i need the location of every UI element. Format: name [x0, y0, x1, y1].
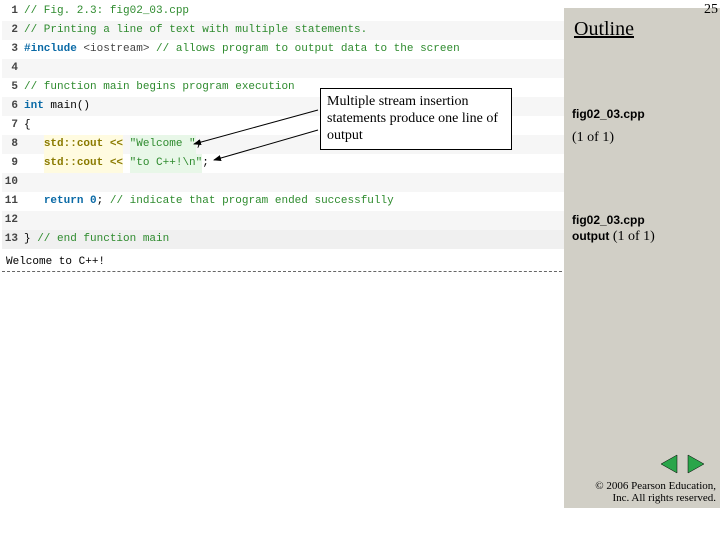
code-line: 10: [2, 173, 567, 192]
prev-icon[interactable]: [657, 453, 681, 475]
line-number: 13: [2, 230, 24, 249]
line-number: 1: [2, 2, 24, 21]
line-number: 4: [2, 59, 24, 78]
line-number: 3: [2, 40, 24, 59]
line-number: 2: [2, 21, 24, 40]
copyright-line-1: © 2006 Pearson Education,: [595, 480, 716, 492]
line-number: 9: [2, 154, 24, 173]
figure-output-label: output (1 of 1): [572, 228, 655, 245]
line-number: 10: [2, 173, 24, 192]
figure-filename-1: fig02_03.cpp: [572, 106, 645, 122]
code-line: 1// Fig. 2.3: fig02_03.cpp: [2, 2, 567, 21]
code-line: 2// Printing a line of text with multipl…: [2, 21, 567, 40]
copyright-line-2: Inc. All rights reserved.: [612, 492, 716, 504]
sidebar-panel: Outline fig02_03.cpp (1 of 1) fig02_03.c…: [564, 8, 720, 508]
code-line: 9 std::cout << "to C++!\n";: [2, 154, 567, 173]
code-line: 13} // end function main: [2, 230, 567, 249]
line-number: 8: [2, 135, 24, 154]
copyright: © 2006 Pearson Education, Inc. All right…: [595, 480, 716, 504]
program-output: Welcome to C++!: [2, 251, 567, 272]
page-number: 25: [704, 2, 718, 18]
nav-controls: [657, 453, 708, 478]
code-line: 3#include <iostream> // allows program t…: [2, 40, 567, 59]
figure-page-1: (1 of 1): [572, 130, 614, 146]
code-line: 12: [2, 211, 567, 230]
line-number: 12: [2, 211, 24, 230]
callout-annotation: Multiple stream insertion statements pro…: [320, 88, 512, 150]
line-number: 5: [2, 78, 24, 97]
line-number: 11: [2, 192, 24, 211]
figure-filename-2: fig02_03.cpp: [572, 212, 645, 228]
code-line: 4: [2, 59, 567, 78]
line-number: 6: [2, 97, 24, 116]
outline-title: Outline: [574, 18, 634, 41]
code-line: 11 return 0; // indicate that program en…: [2, 192, 567, 211]
next-icon[interactable]: [684, 453, 708, 475]
line-number: 7: [2, 116, 24, 135]
